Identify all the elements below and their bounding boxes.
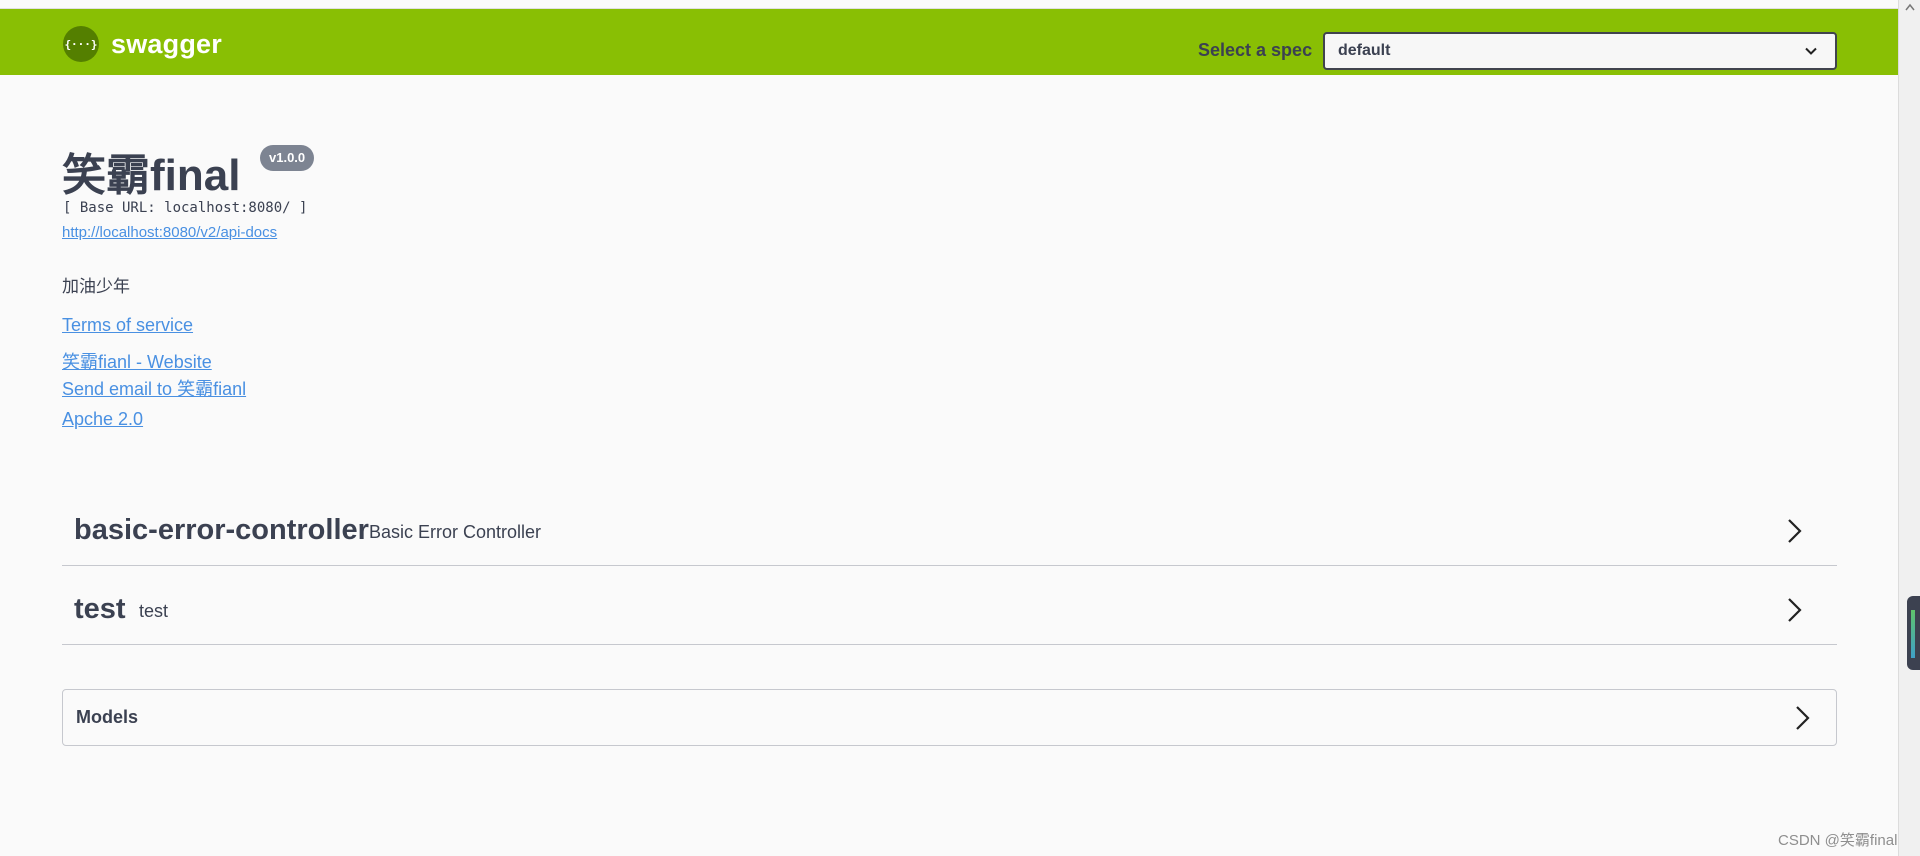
tag-description: test (139, 601, 169, 621)
chevron-down-icon (1805, 47, 1817, 55)
chevron-right-icon[interactable] (1784, 596, 1804, 624)
side-widget-indicator (1911, 610, 1915, 658)
base-url: [ Base URL: localhost:8080/ ] (63, 200, 308, 216)
chevron-right-icon[interactable] (1784, 517, 1804, 545)
api-description: 加油少年 (62, 277, 130, 296)
scroll-up-arrow-icon[interactable] (1905, 3, 1915, 11)
tag-name: basic-error-controller (74, 514, 369, 546)
website-link[interactable]: 笑霸fianl - Website (62, 348, 212, 374)
page-title: 笑霸final (62, 151, 241, 200)
topbar: {···} swagger Select a spec default (0, 9, 1898, 75)
swagger-ui-page: {···} swagger Select a spec default 笑霸fi… (0, 0, 1920, 856)
terms-of-service-link[interactable]: Terms of service (62, 315, 193, 336)
spec-select[interactable]: default (1323, 32, 1837, 70)
version-badge: v1.0.0 (260, 145, 315, 171)
top-edge (0, 0, 1898, 9)
models-title: Models (76, 707, 139, 727)
tag-section-basic-error-controller[interactable]: basic-error-controller Basic Error Contr… (62, 487, 1837, 566)
swagger-logo-icon: {···} (63, 26, 99, 62)
chevron-right-icon[interactable] (1792, 704, 1812, 732)
tag-name: test (74, 593, 126, 625)
swagger-logo[interactable]: {···} swagger (63, 26, 222, 62)
vertical-scrollbar[interactable] (1898, 0, 1920, 856)
side-floating-widget[interactable] (1907, 596, 1920, 670)
logo-text: swagger (111, 28, 222, 59)
tag-section-test[interactable]: test test (62, 566, 1837, 645)
spec-select-value: default (1338, 42, 1391, 59)
spec-select-label: Select a spec (1198, 40, 1313, 60)
contact-email-link[interactable]: Send email to 笑霸fianl (62, 375, 246, 401)
logo-glyph: {···} (64, 37, 98, 51)
watermark: CSDN @笑霸final (1778, 832, 1898, 849)
models-section[interactable]: Models (62, 689, 1837, 746)
api-docs-link[interactable]: http://localhost:8080/v2/api-docs (62, 224, 277, 241)
tag-description: Basic Error Controller (369, 522, 542, 542)
license-link[interactable]: Apche 2.0 (62, 409, 143, 430)
